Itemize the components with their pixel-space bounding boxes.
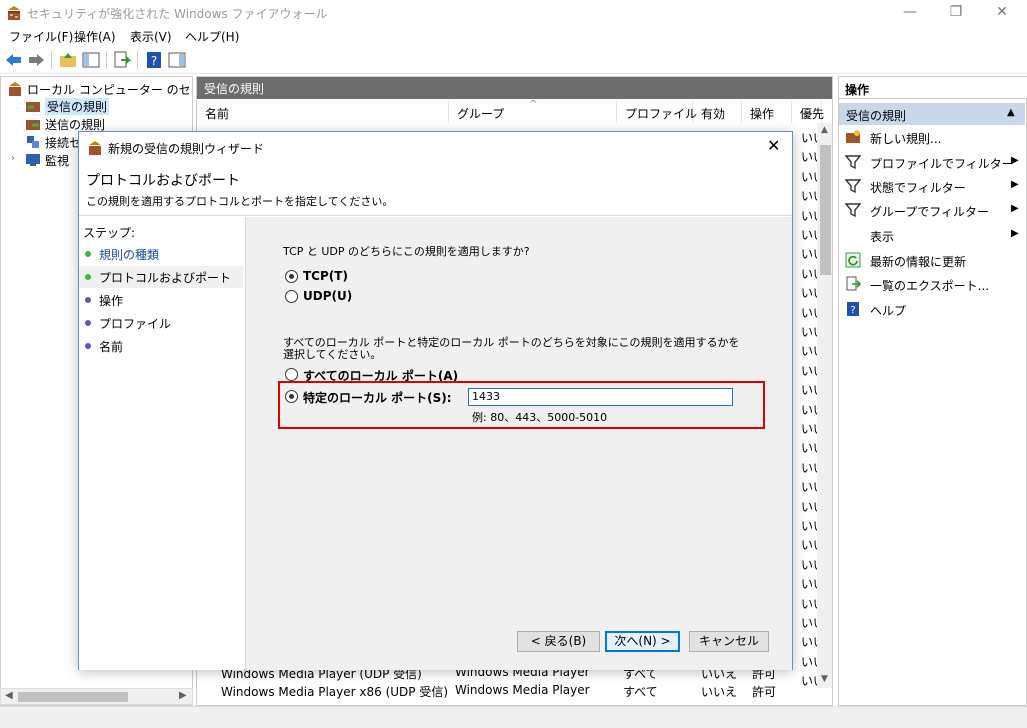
protocol-question: TCP と UDP のどちらにこの規則を適用しますか? [283, 245, 530, 258]
filter-icon [845, 203, 861, 218]
submenu-arrow-icon: ▶ [1011, 155, 1019, 166]
step-profile: プロファイル [79, 312, 243, 334]
show-hide-tree-icon[interactable] [81, 50, 101, 70]
up-folder-icon[interactable] [58, 50, 78, 70]
export-list-icon[interactable] [112, 50, 132, 70]
rules-vertical-scrollbar[interactable]: ▲ ▼ [817, 123, 832, 688]
port-question: すべてのローカル ポートと特定のローカル ポートのどちらを対象にこの規則を適用す… [283, 336, 740, 361]
scroll-down-icon[interactable]: ▼ [821, 674, 828, 684]
wizard-steps: ステップ: 規則の種類 プロトコルおよびポート 操作 プロファイル 名前 [79, 217, 244, 670]
step-rule-type[interactable]: 規則の種類 [79, 243, 243, 265]
step-dot-icon [85, 343, 91, 349]
svg-text:?: ? [850, 305, 855, 316]
tree-expand-chevron-icon[interactable]: › [11, 153, 15, 164]
column-name[interactable]: 名前 [197, 101, 449, 123]
wizard-content: TCP と UDP のどちらにこの規則を適用しますか? TCP(T) UDP(U… [245, 217, 792, 670]
local-port-input[interactable]: 1433 [468, 388, 733, 406]
help-icon: ? [847, 302, 859, 316]
column-action[interactable]: 操作 [742, 101, 792, 123]
scroll-thumb[interactable] [820, 145, 831, 275]
step-action: 操作 [79, 289, 243, 311]
dialog-header: プロトコルおよびポート この規則を適用するプロトコルとポートを指定してください。 [79, 162, 792, 216]
menu-action[interactable]: 操作(A) [74, 28, 116, 45]
rules-list-header: 受信の規則 [197, 77, 832, 99]
filter-icon [845, 179, 861, 194]
inbound-rules-icon [26, 102, 40, 112]
toolbar: ? [0, 46, 1027, 74]
column-override[interactable]: 優先 [792, 101, 824, 123]
status-bar [0, 706, 1027, 728]
refresh-icon [845, 252, 861, 268]
step-dot-icon [85, 297, 91, 303]
submenu-arrow-icon: ▶ [1011, 228, 1019, 239]
firewall-app-icon [8, 6, 20, 20]
cancel-button[interactable]: キャンセル [689, 631, 769, 652]
back-button[interactable]: < 戻る(B) [517, 631, 600, 652]
svg-text:?: ? [151, 54, 157, 68]
connection-security-icon [27, 136, 39, 148]
help-icon[interactable]: ? [144, 50, 164, 70]
submenu-arrow-icon: ▶ [1011, 179, 1019, 190]
export-icon [846, 276, 861, 291]
port-example-text: 例: 80、443、5000-5010 [472, 411, 608, 424]
sort-ascending-icon: ^ [529, 99, 538, 110]
column-profile[interactable]: プロファイル [617, 101, 697, 123]
actions-section-inbound-rules[interactable]: 受信の規則 ▲ [839, 103, 1025, 125]
dialog-subheading: この規則を適用するプロトコルとポートを指定してください。 [86, 195, 394, 208]
close-icon[interactable]: ✕ [767, 136, 780, 155]
back-arrow-icon[interactable] [4, 50, 24, 70]
menu-help[interactable]: ヘルプ(H) [185, 28, 239, 45]
actions-header: 操作 [839, 77, 1027, 99]
radio-selected-icon [285, 270, 298, 283]
scroll-up-icon[interactable]: ▲ [821, 125, 828, 135]
menu-view[interactable]: 表示(V) [130, 28, 172, 45]
new-rule-icon [846, 130, 860, 143]
title-bar: セキュリティが強化された Windows ファイアウォール — ❐ ✕ [0, 0, 1027, 26]
scroll-thumb[interactable] [18, 692, 128, 702]
properties-pane-icon[interactable] [167, 50, 187, 70]
minimize-icon[interactable]: — [887, 0, 933, 26]
forward-arrow-icon[interactable] [26, 50, 46, 70]
step-protocol-ports[interactable]: プロトコルおよびポート [79, 266, 243, 288]
dialog-title: 新規の受信の規則ウィザード [108, 142, 265, 156]
collapse-up-icon[interactable]: ▲ [1007, 107, 1015, 118]
monitor-icon [26, 154, 40, 166]
next-button[interactable]: 次へ(N) > [605, 631, 680, 652]
window-title: セキュリティが強化された Windows ファイアウォール [27, 7, 328, 21]
submenu-arrow-icon: ▶ [1011, 203, 1019, 214]
step-dot-icon [85, 274, 91, 280]
outbound-rules-icon [26, 120, 40, 130]
restore-icon[interactable]: ❐ [933, 0, 979, 26]
radio-selected-icon [285, 390, 298, 403]
column-enabled[interactable]: 有効 [693, 101, 742, 123]
step-name: 名前 [79, 335, 243, 357]
tree-horizontal-scrollbar[interactable]: ◀ ▶ [0, 688, 193, 705]
menu-file[interactable]: ファイル(F) [9, 28, 73, 45]
new-inbound-rule-wizard: 新規の受信の規則ウィザード ✕ プロトコルおよびポート この規則を適用するプロト… [78, 131, 793, 670]
firewall-icon [89, 141, 101, 155]
steps-title: ステップ: [83, 226, 136, 240]
scroll-left-icon[interactable]: ◀ [5, 690, 13, 701]
step-dot-icon [85, 251, 91, 257]
close-icon[interactable]: ✕ [979, 0, 1025, 26]
radio-unselected-icon [285, 290, 298, 303]
step-dot-icon [85, 320, 91, 326]
menu-bar: ファイル(F) 操作(A) 表示(V) ヘルプ(H) [0, 26, 1027, 46]
actions-pane: 操作 受信の規則 ▲ 新しい規則... プロファイルでフィルター ▶ 状態でフィ… [838, 76, 1027, 706]
dialog-heading: プロトコルおよびポート [86, 173, 240, 189]
firewall-icon [9, 82, 21, 96]
radio-unselected-icon [285, 368, 298, 381]
filter-icon [845, 155, 861, 170]
scroll-right-icon[interactable]: ▶ [179, 690, 187, 701]
dialog-title-bar: 新規の受信の規則ウィザード ✕ [79, 132, 792, 162]
